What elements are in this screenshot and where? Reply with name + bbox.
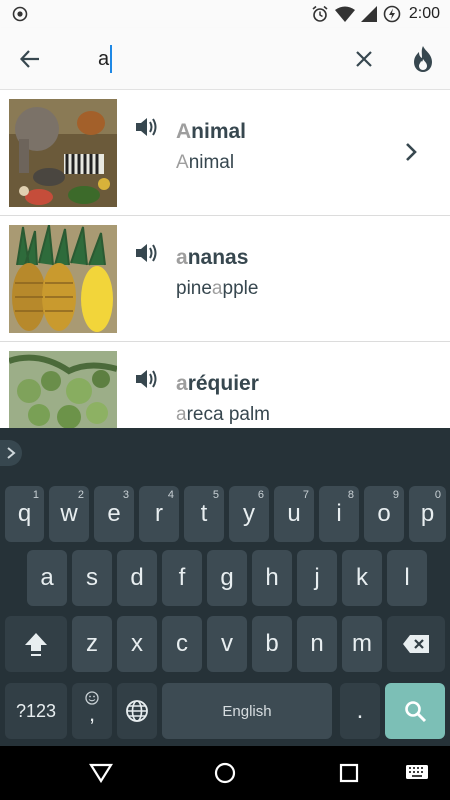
key-h[interactable]: h (252, 550, 292, 606)
key-x[interactable]: x (117, 616, 157, 672)
speaker-icon[interactable] (135, 242, 159, 264)
chevron-right-icon (7, 447, 16, 459)
word-match-highlight: a (176, 372, 188, 395)
list-item[interactable]: Animal Animal (0, 90, 450, 216)
key-d[interactable]: d (117, 550, 157, 606)
translation-rest: pple (222, 278, 259, 299)
key-b[interactable]: b (252, 616, 292, 672)
key-c[interactable]: c (162, 616, 202, 672)
keyboard: q1 w2 e3 r4 t5 y6 u7 i8 o9 p0 a s d f g … (0, 428, 450, 746)
key-f[interactable]: f (162, 550, 202, 606)
key-y[interactable]: y6 (229, 486, 269, 542)
clear-icon (356, 51, 372, 67)
backspace-key[interactable] (387, 616, 445, 672)
key-g[interactable]: g (207, 550, 247, 606)
word-match-highlight: a (176, 246, 188, 269)
shift-icon (25, 633, 47, 656)
key-l[interactable]: l (387, 550, 427, 606)
translation-match-highlight: a (211, 278, 223, 299)
word-label: Animal (176, 120, 246, 144)
home-circle-icon (214, 762, 236, 784)
translation-label: Animal (176, 152, 234, 174)
space-key[interactable]: English (162, 683, 332, 739)
translation-rest: nimal (188, 152, 235, 173)
language-key[interactable] (117, 683, 157, 739)
back-nav-button[interactable] (86, 758, 116, 788)
symbols-key[interactable]: ?123 (5, 683, 67, 739)
key-i[interactable]: i8 (319, 486, 359, 542)
key-k[interactable]: k (342, 550, 382, 606)
list-item[interactable]: aréquier areca palm (0, 342, 450, 428)
search-bar (0, 28, 450, 90)
key-p[interactable]: p0 (409, 486, 446, 542)
emoji-comma-key[interactable]: , (72, 683, 112, 739)
key-u[interactable]: u7 (274, 486, 314, 542)
translation-match-highlight: a (176, 404, 187, 425)
search-input[interactable] (98, 40, 338, 78)
translation-label: areca palm (176, 404, 270, 426)
word-label: aréquier (176, 372, 259, 396)
translation-match-highlight: A (176, 152, 189, 173)
translation-prefix: pine (176, 278, 212, 299)
key-r[interactable]: r4 (139, 486, 179, 542)
status-icons: 2:00 (311, 4, 440, 24)
key-t[interactable]: t5 (184, 486, 224, 542)
key-a[interactable]: a (27, 550, 67, 606)
list-item[interactable]: ananas pineapple (0, 216, 450, 342)
animals-photo (9, 99, 117, 207)
wifi-icon (334, 6, 355, 22)
home-nav-button[interactable] (210, 758, 240, 788)
key-m[interactable]: m (342, 616, 382, 672)
speaker-icon[interactable] (135, 368, 159, 390)
status-time: 2:00 (408, 5, 440, 22)
recents-nav-button[interactable] (334, 758, 364, 788)
shift-key[interactable] (5, 616, 67, 672)
key-w[interactable]: w2 (49, 486, 89, 542)
speaker-icon[interactable] (135, 116, 159, 138)
word-label: ananas (176, 246, 248, 270)
results-list: Animal Animal ananas pineapple aréquier … (0, 90, 450, 428)
back-arrow-icon (19, 50, 39, 68)
key-j[interactable]: j (297, 550, 337, 606)
key-e[interactable]: e3 (94, 486, 134, 542)
keyboard-toolbar-toggle[interactable] (0, 440, 22, 466)
word-rest: nimal (191, 120, 247, 143)
fire-icon (414, 46, 432, 72)
status-bar: 2:00 (0, 0, 450, 28)
period-key[interactable]: . (340, 683, 380, 739)
keyboard-icon (406, 765, 428, 779)
back-button[interactable] (14, 43, 46, 75)
key-o[interactable]: o9 (364, 486, 404, 542)
key-q[interactable]: q1 (5, 486, 44, 542)
keyboard-switch-button[interactable] (402, 758, 432, 788)
key-n[interactable]: n (297, 616, 337, 672)
clear-button[interactable] (348, 43, 380, 75)
text-cursor (110, 45, 112, 73)
translation-rest: reca palm (186, 404, 270, 425)
backspace-icon (403, 635, 429, 653)
system-nav-bar (0, 746, 450, 800)
globe-icon (126, 700, 148, 722)
fire-button[interactable] (406, 41, 440, 77)
key-z[interactable]: z (72, 616, 112, 672)
search-icon (405, 701, 427, 723)
pineapple-photo (9, 225, 117, 333)
search-key[interactable] (385, 683, 445, 739)
areca-palm-photo (9, 351, 117, 428)
word-rest: nanas (187, 246, 249, 269)
word-match-highlight: A (176, 120, 192, 143)
signal-icon (360, 6, 377, 22)
word-rest: réquier (187, 372, 259, 395)
battery-charging-icon (383, 5, 401, 23)
alarm-icon (312, 5, 328, 22)
recents-square-icon (339, 763, 359, 783)
chevron-right-icon[interactable] (400, 140, 422, 164)
record-icon (12, 6, 28, 22)
back-triangle-icon (89, 763, 113, 783)
key-s[interactable]: s (72, 550, 112, 606)
key-v[interactable]: v (207, 616, 247, 672)
translation-label: pineapple (176, 278, 258, 300)
